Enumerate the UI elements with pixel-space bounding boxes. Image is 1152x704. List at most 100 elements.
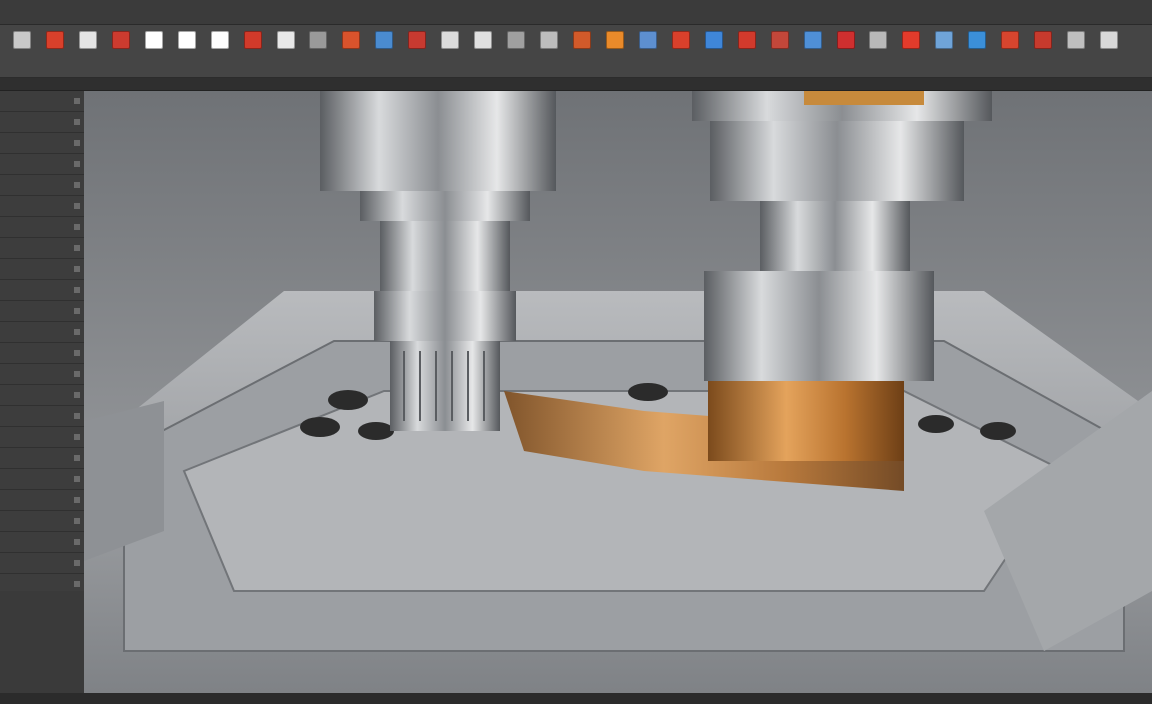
tool-3-button[interactable] xyxy=(76,31,100,71)
dropdown-icon xyxy=(74,245,80,251)
tool-5-button[interactable] xyxy=(142,31,166,71)
side-panel-row[interactable] xyxy=(0,490,84,511)
left-spindle-head xyxy=(320,91,556,191)
dropdown-icon xyxy=(74,287,80,293)
side-panel-row[interactable] xyxy=(0,175,84,196)
tool-30-button[interactable] xyxy=(965,31,989,71)
dropdown-icon xyxy=(74,119,80,125)
tool-19-button[interactable] xyxy=(603,31,627,71)
tool-8-button[interactable] xyxy=(241,31,265,71)
side-panel-row[interactable] xyxy=(0,112,84,133)
tool-8-icon xyxy=(243,31,262,49)
dropdown-icon xyxy=(74,581,80,587)
tool-31-button[interactable] xyxy=(998,31,1022,71)
tool-33-button[interactable] xyxy=(1064,31,1088,71)
tool-1-icon xyxy=(13,31,31,49)
tool-25-button[interactable] xyxy=(801,31,825,71)
tool-22-button[interactable] xyxy=(702,31,726,71)
tool-27-icon xyxy=(869,31,888,49)
dropdown-icon xyxy=(74,455,80,461)
tool-25-icon xyxy=(803,31,822,49)
tool-34-button[interactable] xyxy=(1097,31,1121,71)
tool-32-button[interactable] xyxy=(1031,31,1055,71)
tool-21-button[interactable] xyxy=(669,31,693,71)
tool-11-button[interactable] xyxy=(339,31,363,71)
side-panel-row[interactable] xyxy=(0,406,84,427)
tool-7-icon xyxy=(210,31,229,49)
tool-32-icon xyxy=(1034,31,1053,49)
side-panel-row[interactable] xyxy=(0,511,84,532)
side-panel-row[interactable] xyxy=(0,91,84,112)
side-panel-row[interactable] xyxy=(0,259,84,280)
side-panel-row[interactable] xyxy=(0,322,84,343)
tool-13-button[interactable] xyxy=(405,31,429,71)
side-panel-row[interactable] xyxy=(0,238,84,259)
tool-4-button[interactable] xyxy=(109,31,133,71)
tool-17-button[interactable] xyxy=(537,31,561,71)
tool-10-button[interactable] xyxy=(306,31,330,71)
tool-23-icon xyxy=(737,31,756,49)
tool-30-icon xyxy=(968,31,987,49)
tool-14-icon xyxy=(441,31,460,49)
tool-28-button[interactable] xyxy=(899,31,923,71)
tool-11-icon xyxy=(342,31,361,49)
side-panel-row[interactable] xyxy=(0,343,84,364)
side-panel-row[interactable] xyxy=(0,532,84,553)
tool-4-icon xyxy=(111,31,130,49)
tool-5-icon xyxy=(144,31,163,49)
tool-12-button[interactable] xyxy=(372,31,396,71)
dropdown-icon xyxy=(74,98,80,104)
tool-27-button[interactable] xyxy=(866,31,890,71)
tool-2-icon xyxy=(45,31,64,49)
tool-9-button[interactable] xyxy=(274,31,298,71)
side-panel-row[interactable] xyxy=(0,574,84,591)
tool-29-button[interactable] xyxy=(932,31,956,71)
tool-6-button[interactable] xyxy=(175,31,199,71)
tool-26-button[interactable] xyxy=(834,31,858,71)
tool-26-icon xyxy=(836,31,855,49)
tool-2-button[interactable] xyxy=(43,31,67,71)
dropdown-icon xyxy=(74,497,80,503)
dropdown-icon xyxy=(74,434,80,440)
tool-23-button[interactable] xyxy=(735,31,759,71)
side-panel-row[interactable] xyxy=(0,427,84,448)
side-panel-row[interactable] xyxy=(0,385,84,406)
tool-20-button[interactable] xyxy=(636,31,660,71)
tool-24-icon xyxy=(770,31,789,49)
dropdown-icon xyxy=(74,560,80,566)
tool-12-icon xyxy=(375,31,394,49)
tool-18-button[interactable] xyxy=(570,31,594,71)
properties-bar xyxy=(0,78,1152,91)
tool-21-icon xyxy=(671,31,690,49)
dropdown-icon xyxy=(74,350,80,356)
side-panel-row[interactable] xyxy=(0,469,84,490)
side-panel-row[interactable] xyxy=(0,154,84,175)
tool-14-button[interactable] xyxy=(438,31,462,71)
tool-16-button[interactable] xyxy=(504,31,528,71)
tool-33-icon xyxy=(1067,31,1086,49)
dropdown-icon xyxy=(74,371,80,377)
side-panel-row[interactable] xyxy=(0,196,84,217)
tool-15-button[interactable] xyxy=(471,31,495,71)
tool-10-icon xyxy=(309,31,328,49)
right-cutter xyxy=(704,271,934,381)
side-panel-row[interactable] xyxy=(0,280,84,301)
tool-18-icon xyxy=(573,31,591,49)
side-panel-row[interactable] xyxy=(0,133,84,154)
tool-24-button[interactable] xyxy=(768,31,792,71)
side-panel-row[interactable] xyxy=(0,553,84,574)
tool-29-icon xyxy=(935,31,954,49)
dropdown-icon xyxy=(74,392,80,398)
tool-1-button[interactable] xyxy=(10,31,34,71)
side-panel-row[interactable] xyxy=(0,217,84,238)
milling-scene xyxy=(84,91,1152,693)
3d-viewport[interactable] xyxy=(84,91,1152,693)
side-panel-row[interactable] xyxy=(0,301,84,322)
side-panel-row[interactable] xyxy=(0,448,84,469)
tool-34-icon xyxy=(1100,31,1119,49)
right-copper-ring xyxy=(708,381,904,461)
tool-7-button[interactable] xyxy=(208,31,232,71)
tool-6-icon xyxy=(177,31,196,49)
ribbon-toolbar xyxy=(0,25,1152,78)
side-panel-row[interactable] xyxy=(0,364,84,385)
